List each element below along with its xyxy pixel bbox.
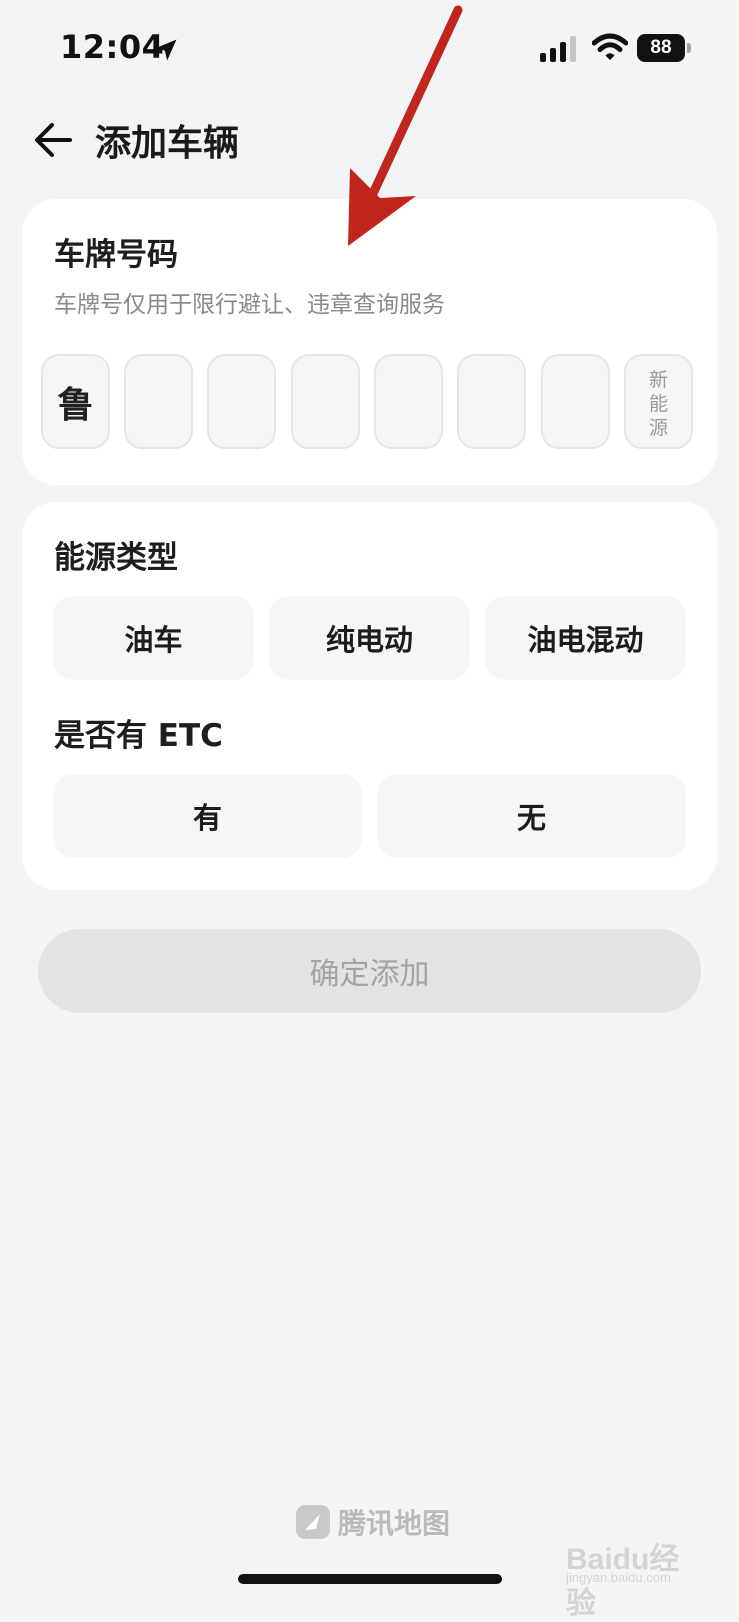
page-title: 添加车辆 — [95, 123, 240, 164]
plate-char-box[interactable] — [124, 354, 193, 449]
confirm-add-button[interactable]: 确定添加 — [38, 929, 701, 1013]
etc-option-no[interactable]: 无 — [377, 774, 686, 858]
plate-province-char: 鲁 — [57, 384, 94, 426]
arrow-left-icon[interactable] — [30, 117, 76, 163]
energy-option-hybrid[interactable]: 油电混动 — [485, 596, 686, 680]
watermark-sub: jingyan.baidu.com — [566, 1570, 671, 1585]
energy-option-fuel[interactable]: 油车 — [53, 596, 254, 680]
annotation-arrow-icon — [348, 5, 463, 246]
new-energy-label: 新 能 源 — [648, 369, 668, 439]
signal-icon — [540, 36, 576, 62]
plate-char-box[interactable] — [541, 354, 610, 449]
plate-char-box[interactable] — [207, 354, 276, 449]
etc-title: 是否有 ETC — [54, 718, 223, 754]
home-indicator — [238, 1574, 502, 1584]
new-energy-box[interactable]: 新 能 源 — [624, 354, 693, 449]
baidu-watermark: Baidu经验 jingyan.baidu.com — [566, 1528, 706, 1620]
energy-option-electric[interactable]: 纯电动 — [269, 596, 470, 680]
plate-province-box[interactable]: 鲁 — [41, 354, 110, 449]
tencent-map-logo-icon — [296, 1505, 330, 1539]
brand-label: 腾讯地图 — [338, 1507, 451, 1540]
plate-subtitle: 车牌号仅用于限行避让、违章查询服务 — [54, 292, 445, 318]
plate-char-box[interactable] — [291, 354, 360, 449]
battery-icon: 88 — [637, 34, 693, 62]
location-arrow-icon — [155, 39, 177, 61]
plate-char-box[interactable] — [374, 354, 443, 449]
etc-option-yes[interactable]: 有 — [53, 774, 362, 858]
battery-level: 88 — [637, 34, 685, 62]
plate-title: 车牌号码 — [54, 237, 178, 273]
plate-char-box[interactable] — [457, 354, 526, 449]
energy-type-title: 能源类型 — [54, 540, 178, 576]
wifi-icon — [592, 33, 628, 60]
status-time: 12:04 — [60, 28, 165, 66]
brand-footer: 腾讯地图 — [296, 1502, 450, 1542]
